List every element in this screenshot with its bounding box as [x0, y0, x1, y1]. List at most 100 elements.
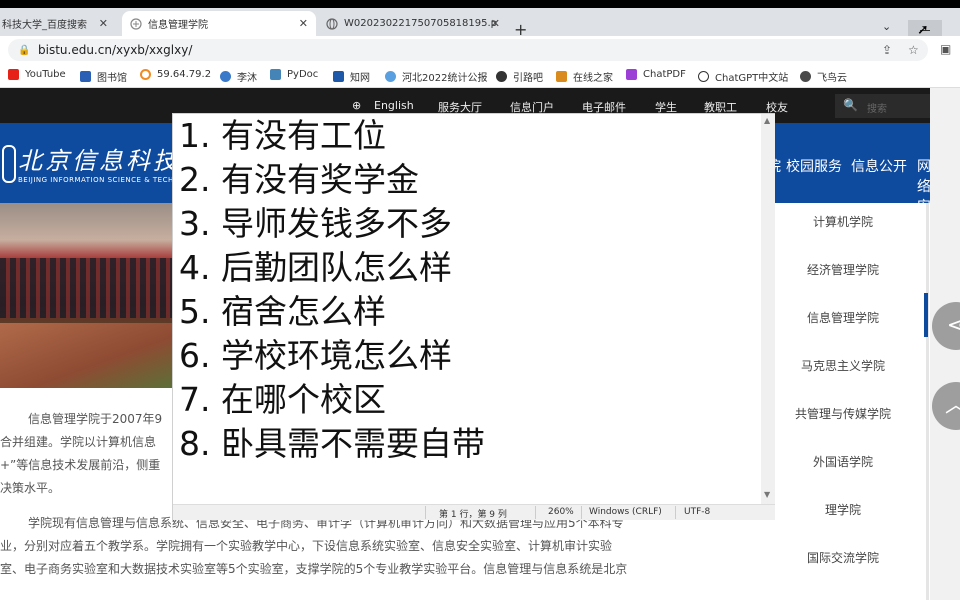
chevron-down-icon[interactable]: ⌄: [882, 20, 891, 33]
editor-line[interactable]: 6. 学校环境怎么样: [179, 334, 452, 378]
site-favicon-icon: [130, 17, 142, 30]
bookmark-label: YouTube: [25, 69, 66, 80]
logo-chinese[interactable]: 北京信息科技: [18, 141, 180, 176]
side-item-science[interactable]: 理学院: [762, 501, 924, 518]
side-item-economics[interactable]: 经济管理学院: [762, 261, 924, 278]
editor-line[interactable]: 3. 导师发钱多不多: [179, 202, 452, 246]
editor-line[interactable]: 2. 有没有奖学金: [179, 158, 419, 202]
status-divider: [581, 506, 582, 519]
share-icon[interactable]: ⇪: [882, 43, 892, 57]
bookmark-label: 李沐: [237, 73, 257, 84]
tab-baidu[interactable]: 科技大学_百度搜索 ✕: [0, 11, 116, 36]
banner-nav-campus-service[interactable]: 校园服务: [786, 156, 842, 176]
sidebar-icon[interactable]: ▣: [940, 42, 951, 56]
editor-line[interactable]: 7. 在哪个校区: [179, 378, 386, 422]
address-bar[interactable]: 🔒 bistu.edu.cn/xyxb/xxglxy/ ⇪ ☆: [8, 39, 928, 61]
close-icon[interactable]: ✕: [491, 17, 500, 30]
photo-marchers: [0, 258, 172, 318]
status-divider: [675, 506, 676, 519]
side-item-public-admin[interactable]: 共管理与传媒学院: [762, 405, 924, 422]
scroll-up-icon[interactable]: ▲: [764, 116, 770, 125]
youtube-icon: [8, 69, 19, 80]
side-item-computer[interactable]: 计算机学院: [762, 213, 924, 230]
close-icon[interactable]: ✕: [299, 17, 308, 30]
openai-icon: [698, 71, 709, 82]
bookmark-library[interactable]: 图书馆: [80, 69, 127, 84]
campus-photo: [0, 203, 172, 388]
bookmark-label: PyDoc: [287, 69, 319, 80]
editor-line[interactable]: 8. 卧具需不需要自带: [179, 422, 485, 466]
tab-title: 信息管理学院: [148, 20, 208, 31]
browser-toolbar: 🔒 bistu.edu.cn/xyxb/xxglxy/ ⇪ ☆ ▣: [0, 36, 960, 64]
python-icon: [270, 69, 281, 80]
url-text[interactable]: bistu.edu.cn/xyxb/xxglxy/: [38, 43, 192, 57]
bookmark-yinluba[interactable]: 引路吧: [496, 69, 543, 84]
side-active-indicator: [924, 293, 928, 337]
bookmark-label: ChatPDF: [643, 69, 686, 80]
article-line: 业，分别对应着五个教学系。学院拥有一个实验教学中心，下设信息系统实验室、信息安全…: [0, 539, 613, 553]
tab-pdf[interactable]: W020230221750705818195.p ✕: [318, 11, 508, 36]
editor-line[interactable]: 4. 后勤团队怎么样: [179, 246, 452, 290]
bookmark-label: 引路吧: [513, 73, 543, 84]
star-icon[interactable]: ☆: [908, 43, 919, 57]
notepad-editor[interactable]: 1. 有没有工位 2. 有没有奖学金 3. 导师发钱多不多 4. 后勤团队怎么样…: [172, 113, 775, 520]
bookmark-label: ChatGPT中文站: [715, 73, 789, 84]
editor-line[interactable]: 1. 有没有工位: [179, 114, 386, 158]
globe-icon: ⊕: [352, 99, 362, 112]
university-logo-icon: [2, 145, 16, 183]
side-item-marxism[interactable]: 马克思主义学院: [762, 357, 924, 374]
edge-icon: [496, 71, 507, 82]
bookmark-cnki[interactable]: 知网: [333, 69, 370, 84]
globe-icon: [326, 17, 338, 30]
tab-title: 科技大学_百度搜索: [2, 20, 87, 31]
bookmark-label: 在线之家: [573, 73, 613, 84]
bird-icon: [800, 71, 811, 82]
tab-title: W020230221750705818195.p: [344, 18, 498, 29]
share-icon: ⋖: [946, 313, 960, 338]
bookmark-label: 知网: [350, 73, 370, 84]
site-search-input[interactable]: 🔍 搜索: [835, 94, 930, 118]
bookmark-hebei[interactable]: 河北2022统计公报: [385, 69, 487, 84]
cnki-icon: [333, 71, 344, 82]
status-divider: [425, 506, 426, 519]
side-item-info-management[interactable]: 信息管理学院: [762, 309, 924, 326]
bookmark-label: 59.64.79.2: [157, 69, 212, 80]
banner-nav-info-disclosure[interactable]: 信息公开: [851, 156, 907, 176]
bookmark-ip[interactable]: 59.64.79.2: [140, 69, 211, 80]
zoom-level: 260%: [548, 507, 574, 517]
side-divider: [926, 203, 929, 600]
side-item-foreign-lang[interactable]: 外国语学院: [762, 453, 924, 470]
editor-status-bar: 第 1 行，第 9 列 260% Windows (CRLF) UTF-8: [173, 504, 775, 520]
bookmark-limu[interactable]: 李沐: [220, 69, 257, 84]
editor-line[interactable]: 5. 宿舍怎么样: [179, 290, 386, 334]
bookmark-label: 河北2022统计公报: [402, 73, 488, 84]
search-placeholder: 搜索: [867, 104, 887, 115]
bookmark-label: 图书馆: [97, 73, 127, 84]
status-divider: [535, 506, 536, 519]
bookmark-feiniao[interactable]: 飞鸟云: [800, 69, 847, 84]
nav-english[interactable]: English: [374, 99, 414, 112]
chatpdf-icon: [626, 69, 637, 80]
search-icon[interactable]: 🔍: [843, 98, 858, 112]
cursor-position: 第 1 行，第 9 列: [439, 510, 507, 520]
encoding: UTF-8: [684, 507, 711, 517]
bookmark-youtube[interactable]: YouTube: [8, 69, 66, 80]
bookmark-chatgpt[interactable]: ChatGPT中文站: [698, 69, 788, 84]
editor-scrollbar[interactable]: ▲ ▼: [761, 114, 775, 504]
photo-track: [0, 323, 172, 388]
bookmark-chatpdf[interactable]: ChatPDF: [626, 69, 686, 80]
bookmark-zaixian[interactable]: 在线之家: [556, 69, 613, 84]
article-line: 室、电子商务实验室和大数据技术实验室等5个实验室，支撑学院的5个专业教学实验平台…: [0, 562, 628, 576]
bookmark-label: 飞鸟云: [817, 73, 847, 84]
browser-icon: [385, 71, 396, 82]
lock-icon[interactable]: 🔒: [18, 45, 30, 56]
scroll-down-icon[interactable]: ▼: [764, 490, 770, 499]
letterbox: [0, 0, 960, 8]
film-icon: [556, 71, 567, 82]
tab-xxglxy[interactable]: 信息管理学院 ✕: [122, 11, 316, 36]
chevron-up-icon: ︿: [945, 393, 960, 418]
globe-icon: [220, 71, 231, 82]
bookmark-pydoc[interactable]: PyDoc: [270, 69, 318, 80]
side-item-intl[interactable]: 国际交流学院: [762, 549, 924, 566]
close-icon[interactable]: ✕: [99, 17, 108, 30]
